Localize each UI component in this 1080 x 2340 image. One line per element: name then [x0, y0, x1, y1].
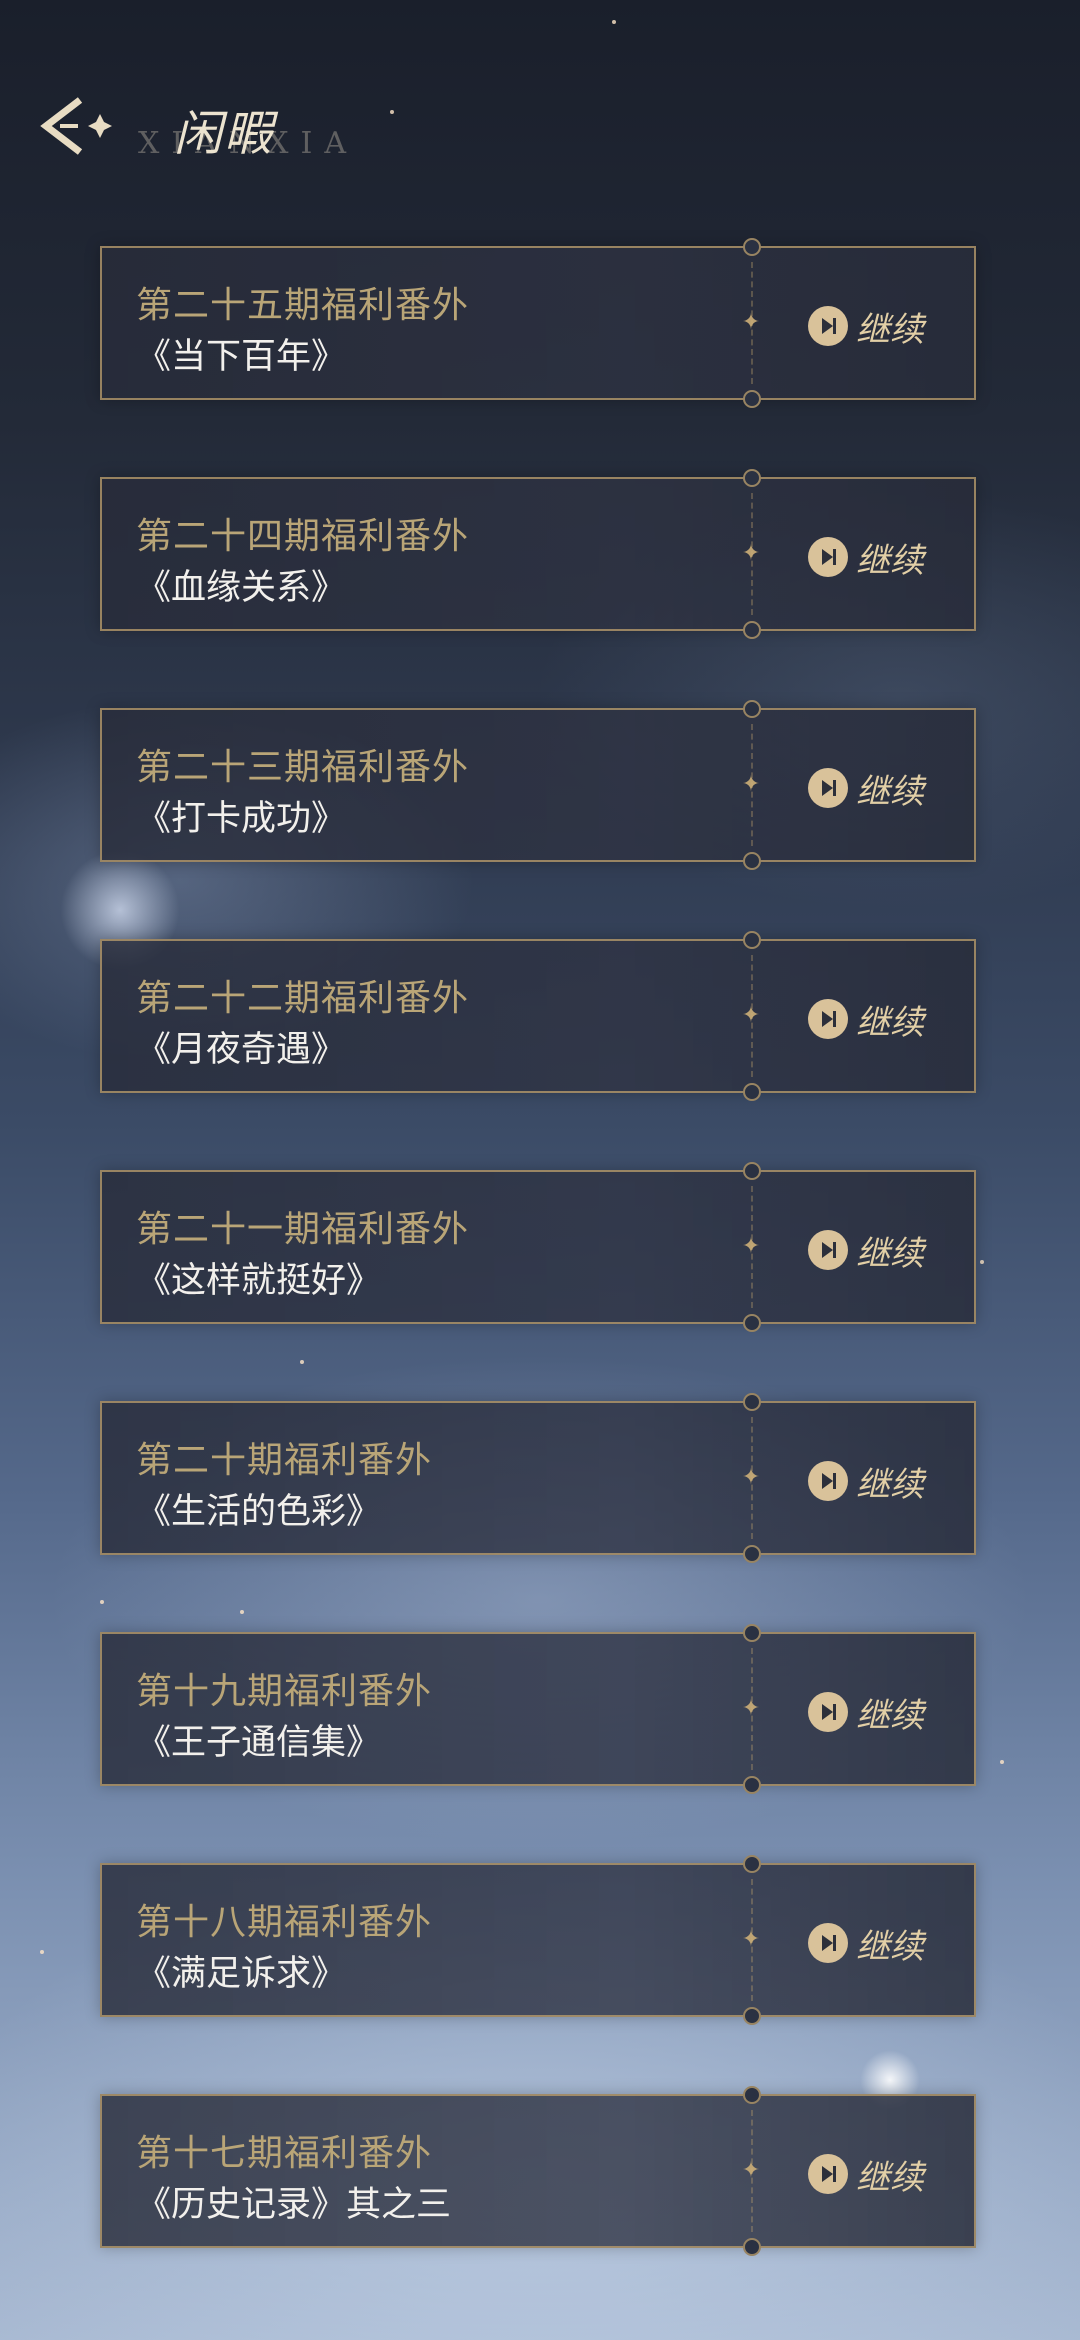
- ticket-notch: [743, 931, 761, 949]
- ticket-notch: [743, 390, 761, 408]
- episode-label: 第二十二期福利番外: [136, 978, 470, 1019]
- list-item[interactable]: ✦ 第十七期福利番外 《历史记录》其之三 继续: [100, 2086, 976, 2256]
- play-icon: [808, 999, 848, 1039]
- background-particle: [40, 1950, 44, 1954]
- continue-label: 继续: [856, 771, 924, 812]
- episode-label: 第二十期福利番外: [136, 1440, 433, 1481]
- continue-label: 继续: [856, 1926, 924, 1967]
- episode-title: 《月夜奇遇》: [136, 1030, 347, 1070]
- page-header: XIANXIA 闲暇: [38, 88, 538, 168]
- play-icon: [808, 1692, 848, 1732]
- episode-title: 《历史记录》其之三: [136, 2185, 452, 2225]
- play-icon: [808, 1923, 848, 1963]
- sparkle-icon: ✦: [741, 1696, 761, 1721]
- background-particle: [612, 20, 616, 24]
- ticket-notch: [743, 1545, 761, 1563]
- episode-title: 《王子通信集》: [136, 1723, 382, 1763]
- episode-title: 《打卡成功》: [136, 799, 347, 839]
- sparkle-icon: ✦: [741, 1234, 761, 1259]
- continue-button[interactable]: 继续: [808, 1690, 924, 1736]
- episode-label: 第二十三期福利番外: [136, 747, 470, 788]
- play-icon: [808, 306, 848, 346]
- ticket-notch: [743, 1083, 761, 1101]
- sparkle-icon: ✦: [741, 310, 761, 335]
- sparkle-icon: ✦: [741, 541, 761, 566]
- ticket-notch: [743, 2086, 761, 2104]
- episode-label: 第二十一期福利番外: [136, 1209, 470, 1250]
- ticket-notch: [743, 2238, 761, 2256]
- continue-label: 继续: [856, 309, 924, 350]
- ticket-notch: [743, 238, 761, 256]
- list-item[interactable]: ✦ 第十八期福利番外 《满足诉求》 继续: [100, 1855, 976, 2025]
- page-title: 闲暇: [174, 106, 275, 162]
- continue-button[interactable]: 继续: [808, 2152, 924, 2198]
- continue-button[interactable]: 继续: [808, 1921, 924, 1967]
- back-arrow-icon[interactable]: [38, 92, 118, 162]
- sparkle-icon: ✦: [741, 1927, 761, 1952]
- list-item[interactable]: ✦ 第二十期福利番外 《生活的色彩》 继续: [100, 1393, 976, 1563]
- episode-label: 第十七期福利番外: [136, 2133, 433, 2174]
- sparkle-icon: ✦: [741, 772, 761, 797]
- ticket-notch: [743, 1314, 761, 1332]
- play-icon: [808, 1461, 848, 1501]
- episode-label: 第十九期福利番外: [136, 1671, 433, 1712]
- play-icon: [808, 1230, 848, 1270]
- episode-title: 《这样就挺好》: [136, 1261, 382, 1301]
- episode-label: 第十八期福利番外: [136, 1902, 433, 1943]
- sparkle-icon: ✦: [741, 1465, 761, 1490]
- list-item[interactable]: ✦ 第二十五期福利番外 《当下百年》 继续: [100, 238, 976, 408]
- episode-label: 第二十四期福利番外: [136, 516, 470, 557]
- episode-label: 第二十五期福利番外: [136, 285, 470, 326]
- episode-list: ✦ 第二十五期福利番外 《当下百年》 继续 ✦ 第二十四期福利番外 《血缘关系》…: [100, 238, 978, 2325]
- continue-label: 继续: [856, 1464, 924, 1505]
- episode-title: 《当下百年》: [136, 337, 347, 377]
- sparkle-icon: ✦: [741, 1003, 761, 1028]
- ticket-notch: [743, 1393, 761, 1411]
- list-item[interactable]: ✦ 第十九期福利番外 《王子通信集》 继续: [100, 1624, 976, 1794]
- continue-button[interactable]: 继续: [808, 304, 924, 350]
- continue-button[interactable]: 继续: [808, 997, 924, 1043]
- continue-label: 继续: [856, 1233, 924, 1274]
- ticket-notch: [743, 621, 761, 639]
- list-item[interactable]: ✦ 第二十四期福利番外 《血缘关系》 继续: [100, 469, 976, 639]
- ticket-notch: [743, 2007, 761, 2025]
- continue-button[interactable]: 继续: [808, 1228, 924, 1274]
- continue-label: 继续: [856, 1002, 924, 1043]
- play-icon: [808, 537, 848, 577]
- list-item[interactable]: ✦ 第二十二期福利番外 《月夜奇遇》 继续: [100, 931, 976, 1101]
- background-particle: [980, 1260, 984, 1264]
- episode-title: 《满足诉求》: [136, 1954, 347, 1994]
- ticket-notch: [743, 1624, 761, 1642]
- continue-button[interactable]: 继续: [808, 535, 924, 581]
- ticket-notch: [743, 1855, 761, 1873]
- continue-label: 继续: [856, 2157, 924, 2198]
- ticket-notch: [743, 700, 761, 718]
- play-icon: [808, 2154, 848, 2194]
- episode-title: 《血缘关系》: [136, 568, 347, 608]
- list-item[interactable]: ✦ 第二十一期福利番外 《这样就挺好》 继续: [100, 1162, 976, 1332]
- sparkle-icon: ✦: [741, 2158, 761, 2183]
- ticket-notch: [743, 469, 761, 487]
- ticket-notch: [743, 1162, 761, 1180]
- continue-label: 继续: [856, 1695, 924, 1736]
- ticket-notch: [743, 1776, 761, 1794]
- continue-button[interactable]: 继续: [808, 766, 924, 812]
- continue-label: 继续: [856, 540, 924, 581]
- play-icon: [808, 768, 848, 808]
- ticket-notch: [743, 852, 761, 870]
- list-item[interactable]: ✦ 第二十三期福利番外 《打卡成功》 继续: [100, 700, 976, 870]
- background-particle: [1000, 1760, 1004, 1764]
- episode-title: 《生活的色彩》: [136, 1492, 382, 1532]
- continue-button[interactable]: 继续: [808, 1459, 924, 1505]
